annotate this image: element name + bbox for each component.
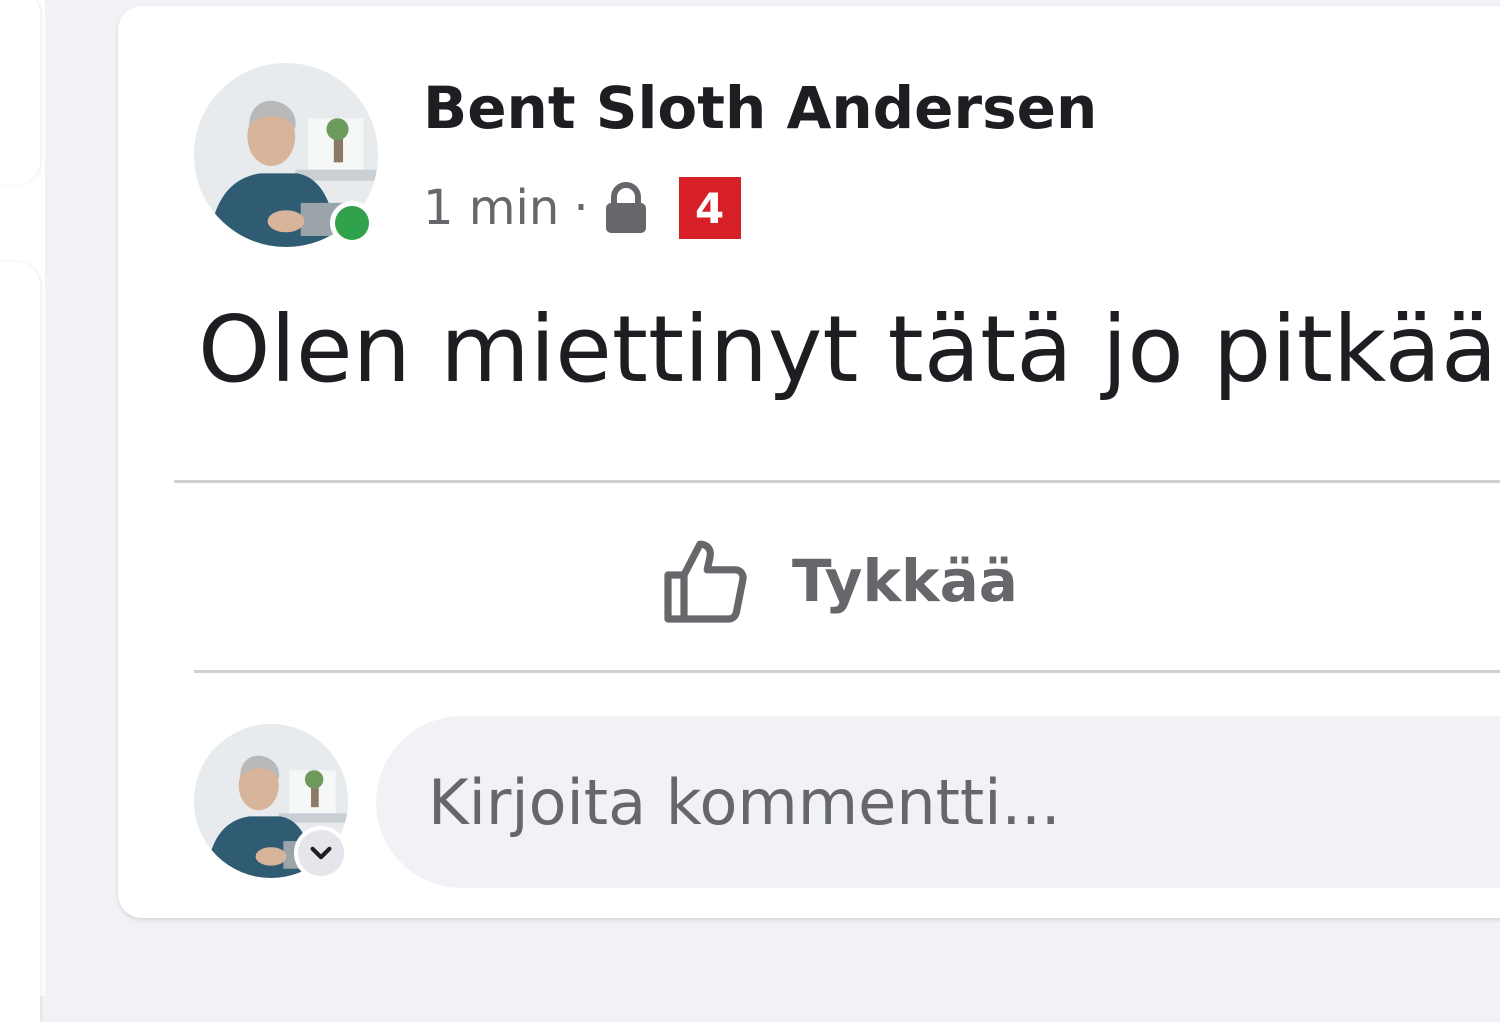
divider — [194, 670, 1500, 673]
author-name[interactable]: Bent Sloth Andersen — [423, 74, 1097, 142]
thumbs-up-icon — [664, 540, 747, 623]
lock-icon[interactable] — [603, 181, 649, 235]
comment-input[interactable] — [376, 716, 1500, 888]
post-timestamp[interactable]: 1 min — [423, 180, 559, 236]
like-button[interactable]: Tykkää — [658, 526, 1018, 636]
account-menu-button[interactable] — [294, 826, 348, 880]
divider — [174, 480, 1500, 483]
online-status-dot — [330, 201, 374, 245]
post-text: Olen miettinyt tätä jo pitkään — [198, 296, 1500, 403]
meta-separator: · — [573, 180, 589, 236]
post-card: Bent Sloth Andersen 1 min · 4 Olen miett… — [118, 6, 1500, 918]
like-label: Tykkää — [792, 547, 1018, 615]
status-badge: 4 — [678, 177, 741, 239]
post-meta: 1 min · 4 — [423, 176, 741, 240]
left-card — [0, 262, 40, 1022]
left-card — [0, 0, 40, 185]
chevron-down-icon — [310, 846, 332, 860]
